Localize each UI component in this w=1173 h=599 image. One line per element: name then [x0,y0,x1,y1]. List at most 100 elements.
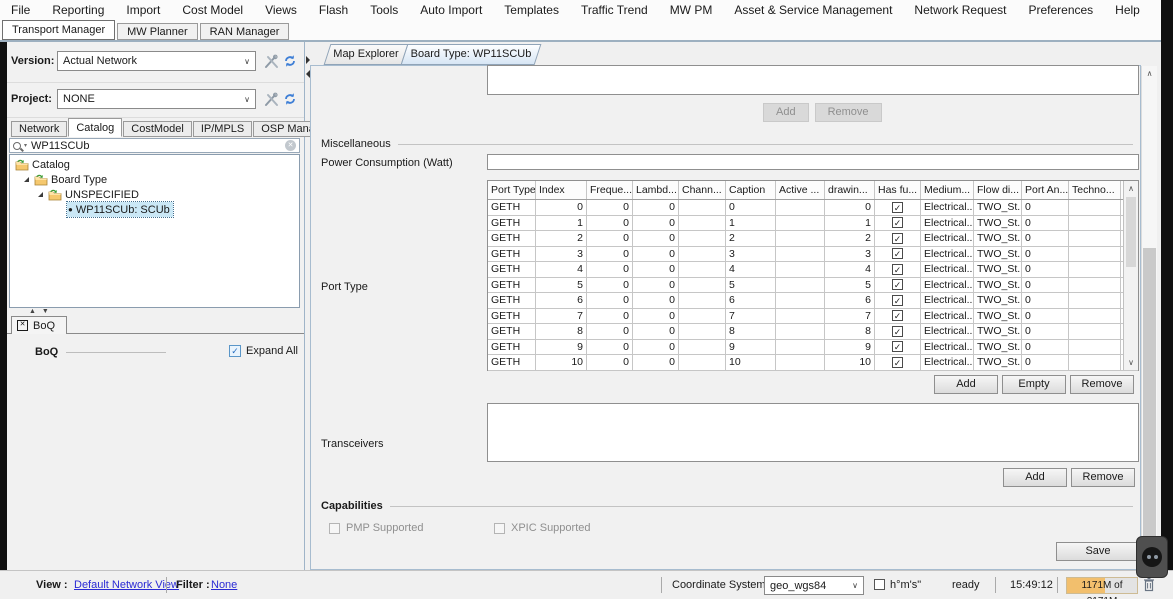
row-checkbox[interactable] [892,217,903,228]
tree-node-body[interactable]: WP11SCUb: SCUb [67,202,173,217]
table-row[interactable]: GETH90099Electrical...TWO_St...0 [488,340,1138,356]
table-row[interactable]: GETH30033Electrical...TWO_St...0 [488,247,1138,263]
menu-item-file[interactable]: File [0,0,41,20]
view-link[interactable]: Default Network View [74,579,179,591]
column-header-index[interactable]: Index [536,181,587,199]
table-row[interactable]: GETH50055Electrical...TWO_St...0 [488,278,1138,294]
app-tab-ran-manager[interactable]: RAN Manager [200,23,290,40]
row-checkbox[interactable] [892,357,903,368]
tree-item-unspecified[interactable]: UNSPECIFIED [10,187,299,202]
close-icon[interactable] [17,320,28,331]
menu-item-flash[interactable]: Flash [308,0,359,20]
table-row[interactable]: GETH40044Electrical...TWO_St...0 [488,262,1138,278]
app-tab-mw-planner[interactable]: MW Planner [117,23,198,40]
app-tab-transport-manager[interactable]: Transport Manager [2,20,115,40]
add-button[interactable]: Add [934,375,998,394]
splitter-up-icon[interactable] [29,308,38,315]
menu-item-preferences[interactable]: Preferences [1017,0,1104,20]
tree-node-body[interactable]: Catalog [14,157,73,172]
refresh-sync-icon[interactable] [282,91,298,107]
tree-item-board-type[interactable]: Board Type [10,172,299,187]
column-header-drawin[interactable]: drawin... [825,181,875,199]
save-button[interactable]: Save [1056,542,1140,561]
column-header-lambd[interactable]: Lambd... [633,181,679,199]
tab-catalog[interactable]: Catalog [68,118,122,137]
menu-item-tools[interactable]: Tools [359,0,409,20]
menu-item-views[interactable]: Views [254,0,308,20]
table-row[interactable]: GETH80088Electrical...TWO_St...0 [488,324,1138,340]
menu-item-reporting[interactable]: Reporting [41,0,115,20]
tree-item-wp11scub-scub[interactable]: WP11SCUb: SCUb [10,202,299,217]
scroll-up-icon[interactable] [1142,66,1157,81]
row-checkbox[interactable] [892,248,903,259]
table-row[interactable]: GETH00000Electrical...TWO_St...0 [488,200,1138,216]
row-checkbox[interactable] [892,310,903,321]
scrollbar-thumb[interactable] [1143,248,1156,546]
tree-node-body[interactable]: Board Type [33,172,110,187]
clear-search-icon[interactable] [285,140,296,151]
memory-usage-indicator[interactable]: 1171M of 2171M [1066,577,1138,594]
refresh-sync-icon[interactable] [282,53,298,69]
column-header-techno[interactable]: Techno... [1069,181,1121,199]
menu-item-asset-service-management[interactable]: Asset & Service Management [723,0,903,20]
transceivers-list-box[interactable] [487,403,1139,462]
tab-ip-mpls[interactable]: IP/MPLS [193,121,252,137]
tree-node-body[interactable]: UNSPECIFIED [47,187,142,202]
tree-expander-icon[interactable] [24,177,29,182]
column-header-has-fu[interactable]: Has fu... [875,181,921,199]
row-checkbox[interactable] [892,264,903,275]
table-row[interactable]: GETH60066Electrical...TWO_St...0 [488,293,1138,309]
tree-item-catalog[interactable]: Catalog [10,157,299,172]
expand-all-checkbox[interactable] [229,345,241,357]
row-checkbox[interactable] [892,295,903,306]
catalog-search-box[interactable]: WP11SCUb [9,138,300,153]
search-input[interactable]: WP11SCUb [31,140,89,152]
menu-item-help[interactable]: Help [1104,0,1151,20]
project-combobox[interactable]: NONE [57,89,256,109]
row-checkbox[interactable] [892,202,903,213]
menu-item-import[interactable]: Import [115,0,171,20]
table-row[interactable]: GETH10001010Electrical...TWO_St...0 [488,355,1138,371]
configure-tools-icon[interactable] [263,91,279,107]
column-header-port-an[interactable]: Port An... [1022,181,1069,199]
column-header-caption[interactable]: Caption [726,181,776,199]
configure-tools-icon[interactable] [263,53,279,69]
row-checkbox[interactable] [892,341,903,352]
power-consumption-input[interactable] [487,154,1139,170]
column-header-active[interactable]: Active ... [776,181,825,199]
tree-expander-icon[interactable] [38,192,43,197]
tab-board-type-wp11scub[interactable]: Board Type: WP11SCUb [404,44,538,65]
column-header-chann[interactable]: Chann... [679,181,726,199]
filter-link[interactable]: None [211,579,237,591]
remove-button[interactable]: Remove [1071,468,1135,487]
column-header-freque[interactable]: Freque... [587,181,633,199]
scroll-up-icon[interactable] [1124,181,1138,196]
row-checkbox[interactable] [892,233,903,244]
main-scrollbar[interactable] [1141,66,1157,570]
search-options-chevron-icon[interactable] [24,142,27,149]
menu-item-cost-model[interactable]: Cost Model [171,0,254,20]
menu-item-auto-import[interactable]: Auto Import [409,0,493,20]
menu-item-network-request[interactable]: Network Request [903,0,1017,20]
trash-icon[interactable] [1143,577,1155,595]
splitter-handle[interactable] [29,308,51,315]
version-combobox[interactable]: Actual Network [57,51,256,71]
empty-button[interactable]: Empty [1002,375,1066,394]
tab-costmodel[interactable]: CostModel [123,121,192,137]
table-row[interactable]: GETH20022Electrical...TWO_St...0 [488,231,1138,247]
coordinate-system-combobox[interactable]: geo_wgs84 [764,576,864,595]
tab-map-explorer[interactable]: Map Explorer [327,44,405,65]
row-checkbox[interactable] [892,326,903,337]
menu-item-traffic-trend[interactable]: Traffic Trend [570,0,659,20]
scroll-down-icon[interactable] [1124,355,1138,370]
tab-network[interactable]: Network [11,121,67,137]
splitter-down-icon[interactable] [42,308,51,315]
menu-item-mw-pm[interactable]: MW PM [659,0,724,20]
column-header-medium[interactable]: Medium... [921,181,974,199]
table-row[interactable]: GETH10011Electrical...TWO_St...0 [488,216,1138,232]
table-scrollbar[interactable] [1123,181,1138,370]
top-list-box[interactable] [487,65,1139,95]
column-header-port-type[interactable]: Port Type [488,181,536,199]
column-header-flow-di[interactable]: Flow di... [974,181,1022,199]
row-checkbox[interactable] [892,279,903,290]
